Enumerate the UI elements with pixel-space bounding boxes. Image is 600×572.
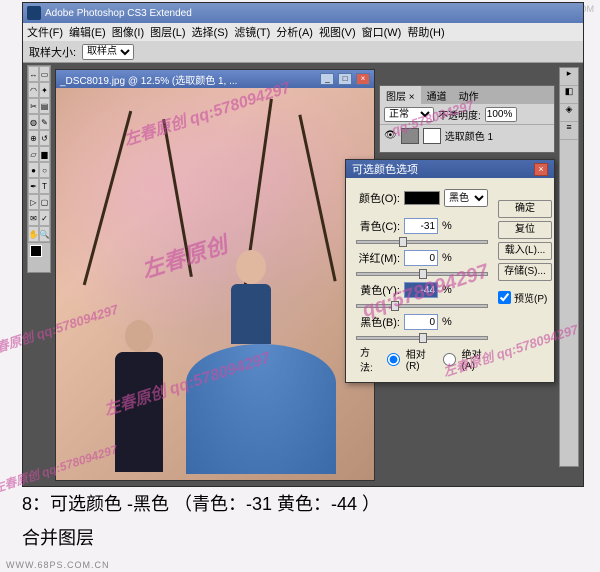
yellow-input[interactable]: [404, 282, 438, 298]
panel-tabs: 图层 × 通道 动作: [380, 86, 554, 104]
black-input[interactable]: [404, 314, 438, 330]
menu-analysis[interactable]: 分析(A): [276, 24, 313, 40]
move-tool[interactable]: ↔: [28, 66, 39, 82]
tab-channels[interactable]: 通道: [421, 86, 453, 104]
lasso-tool[interactable]: ◠: [28, 82, 39, 98]
layer-name: 选取颜色 1: [445, 128, 493, 143]
save-button[interactable]: 存储(S)...: [498, 263, 552, 281]
menu-image[interactable]: 图像(I): [112, 24, 144, 40]
menu-help[interactable]: 帮助(H): [407, 24, 444, 40]
color-label: 颜色(O):: [352, 190, 400, 206]
photoshop-window: Adobe Photoshop CS3 Extended 文件(F) 编辑(E)…: [22, 2, 584, 487]
canvas[interactable]: [56, 88, 374, 480]
toolbox: ↔▭ ◠✦ ✂▤ ◍✎ ⊕↺ ▱▆ ●○ ✒T ▷▢ ✉✓ ✋🔍: [27, 65, 51, 273]
dock-icon[interactable]: ◈: [560, 104, 578, 122]
dialog-title: 可选颜色选项: [352, 161, 418, 177]
cyan-input[interactable]: [404, 218, 438, 234]
brush-tool[interactable]: ✎: [39, 114, 50, 130]
gradient-tool[interactable]: ▆: [39, 146, 50, 162]
visibility-icon[interactable]: 👁: [384, 130, 397, 141]
document-title: _DSC8019.jpg @ 12.5% (选取颜色 1, ...: [60, 72, 237, 87]
hand-tool[interactable]: ✋: [28, 226, 39, 242]
color-swatch: [404, 191, 440, 205]
history-tool[interactable]: ↺: [39, 130, 50, 146]
dock-icon[interactable]: ▸: [560, 68, 578, 86]
dodge-tool[interactable]: ○: [39, 162, 50, 178]
menu-file[interactable]: 文件(F): [27, 24, 63, 40]
blur-tool[interactable]: ●: [28, 162, 39, 178]
relative-radio[interactable]: [387, 353, 400, 366]
menu-select[interactable]: 选择(S): [192, 24, 229, 40]
caption: 8：可选颜色 -黑色 （青色：-31 黄色：-44 ） 合并图层: [22, 490, 380, 558]
close-icon[interactable]: ×: [356, 73, 370, 85]
blend-mode[interactable]: 正常: [384, 107, 434, 122]
maximize-icon[interactable]: □: [338, 73, 352, 85]
zoom-tool[interactable]: 🔍: [39, 226, 50, 242]
marquee-tool[interactable]: ▭: [39, 66, 50, 82]
footer-watermark: WWW.68PS.COM.CN: [6, 560, 110, 570]
magenta-label: 洋红(M):: [352, 250, 400, 266]
ok-button[interactable]: 确定: [498, 200, 552, 218]
layer-row[interactable]: 👁 选取颜色 1: [380, 124, 554, 146]
menu-edit[interactable]: 编辑(E): [69, 24, 106, 40]
layer-mask-thumb: [423, 128, 441, 144]
sample-label: 取样大小:: [29, 44, 76, 60]
menu-window[interactable]: 窗口(W): [362, 24, 402, 40]
menu-layer[interactable]: 图层(L): [150, 24, 185, 40]
path-tool[interactable]: ▷: [28, 194, 39, 210]
sample-select[interactable]: 取样点: [82, 44, 134, 60]
wand-tool[interactable]: ✦: [39, 82, 50, 98]
black-label: 黑色(B):: [352, 314, 400, 330]
selective-color-dialog: 可选颜色选项 × 确定 复位 载入(L)... 存储(S)... 预览(P) 颜…: [345, 159, 555, 383]
menu-filter[interactable]: 滤镜(T): [234, 24, 270, 40]
cancel-button[interactable]: 复位: [498, 221, 552, 239]
magenta-slider[interactable]: [356, 272, 488, 276]
tab-actions[interactable]: 动作: [453, 86, 485, 104]
magenta-input[interactable]: [404, 250, 438, 266]
caption-line-2: 合并图层: [22, 524, 380, 550]
preview-checkbox[interactable]: [498, 291, 511, 304]
document-title-bar[interactable]: _DSC8019.jpg @ 12.5% (选取颜色 1, ... _ □ ×: [56, 70, 374, 88]
menu-view[interactable]: 视图(V): [319, 24, 356, 40]
color-select[interactable]: 黑色: [444, 189, 488, 207]
layers-panel: 图层 × 通道 动作 正常 不透明度: 👁 选取颜色 1: [379, 85, 555, 153]
options-bar: 取样大小: 取样点: [23, 41, 583, 63]
cyan-label: 青色(C):: [352, 218, 400, 234]
ps-icon: [27, 6, 41, 20]
heal-tool[interactable]: ◍: [28, 114, 39, 130]
cyan-slider[interactable]: [356, 240, 488, 244]
eraser-tool[interactable]: ▱: [28, 146, 39, 162]
dialog-title-bar[interactable]: 可选颜色选项 ×: [346, 160, 554, 178]
dialog-close-icon[interactable]: ×: [534, 163, 548, 176]
crop-tool[interactable]: ✂: [28, 98, 39, 114]
person-female: [186, 250, 336, 480]
caption-line-1: 8：可选颜色 -黑色 （青色：-31 黄色：-44 ）: [22, 490, 380, 516]
type-tool[interactable]: T: [39, 178, 50, 194]
layer-thumb: [401, 128, 419, 144]
pen-tool[interactable]: ✒: [28, 178, 39, 194]
absolute-radio[interactable]: [443, 353, 456, 366]
load-button[interactable]: 载入(L)...: [498, 242, 552, 260]
dock-icon[interactable]: ◧: [560, 86, 578, 104]
yellow-slider[interactable]: [356, 304, 488, 308]
person-male: [108, 320, 170, 480]
opacity-input[interactable]: [485, 107, 517, 122]
slice-tool[interactable]: ▤: [39, 98, 50, 114]
dock-icon[interactable]: ≡: [560, 122, 578, 140]
app-title-bar: Adobe Photoshop CS3 Extended: [23, 3, 583, 23]
color-swatches[interactable]: [28, 242, 50, 272]
notes-tool[interactable]: ✉: [28, 210, 39, 226]
shape-tool[interactable]: ▢: [39, 194, 50, 210]
black-slider[interactable]: [356, 336, 488, 340]
yellow-label: 黄色(Y):: [352, 282, 400, 298]
eyedrop-tool[interactable]: ✓: [39, 210, 50, 226]
right-dock: ▸ ◧ ◈ ≡: [559, 67, 579, 467]
minimize-icon[interactable]: _: [320, 73, 334, 85]
tab-layers[interactable]: 图层 ×: [380, 86, 421, 104]
app-title: Adobe Photoshop CS3 Extended: [45, 8, 192, 19]
menu-bar: 文件(F) 编辑(E) 图像(I) 图层(L) 选择(S) 滤镜(T) 分析(A…: [23, 23, 583, 41]
stamp-tool[interactable]: ⊕: [28, 130, 39, 146]
document-window: _DSC8019.jpg @ 12.5% (选取颜色 1, ... _ □ ×: [55, 69, 375, 481]
